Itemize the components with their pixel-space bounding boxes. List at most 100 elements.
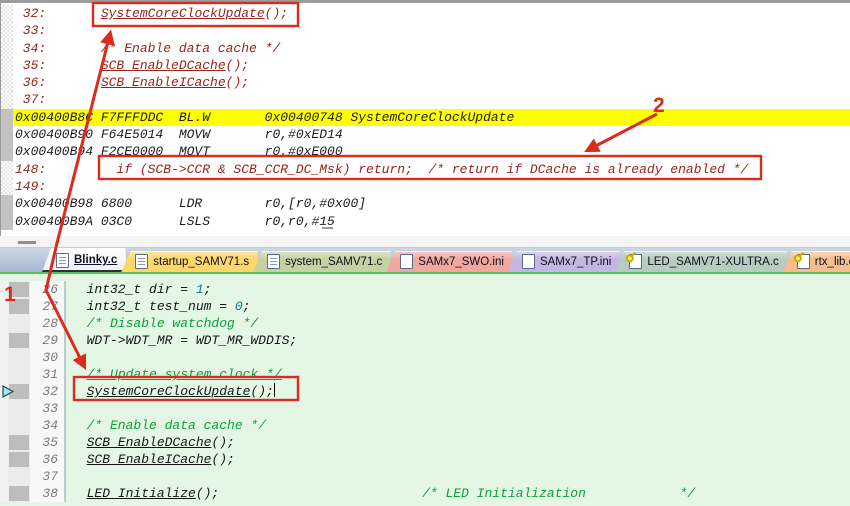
gutter-cell[interactable] [1, 213, 13, 230]
gutter-cell[interactable] [1, 22, 13, 39]
disassembly-line-text[interactable]: 32: SystemCoreClockUpdate(); [13, 5, 850, 22]
tab-startup-samv71-s[interactable]: startup_SAMV71.s [121, 251, 259, 272]
editor-code-text[interactable]: int32_t test_num = 0; [66, 298, 850, 315]
editor-line[interactable]: 34 /* Enable data cache */ [0, 417, 850, 434]
editor-line[interactable]: 37 [0, 468, 850, 485]
editor-gutter[interactable] [8, 332, 30, 349]
disassembly-row[interactable]: 33: [1, 22, 850, 39]
disassembly-line-text[interactable]: 33: [13, 22, 850, 39]
disassembly-line-text[interactable]: 34: /* Enable data cache */ [13, 40, 850, 57]
disassembly-line-text[interactable]: 149: [13, 178, 850, 195]
tab-samx7-tp-ini[interactable]: SAMx7_TP.ini [508, 251, 621, 272]
disassembly-row[interactable]: 0x00400B9A 03C0 LSLS r0,r0,#15 [1, 213, 850, 230]
tab-rtx-lib-c[interactable]: rtx_lib.c [783, 251, 850, 272]
disassembly-row[interactable]: 36: SCB_EnableICache(); [1, 74, 850, 91]
editor-code-text[interactable] [66, 349, 850, 366]
disassembly-row[interactable]: 37: [1, 91, 850, 108]
disassembly-row[interactable]: 148: if (SCB->CCR & SCB_CCR_DC_Msk) retu… [1, 161, 850, 178]
tab-blinky-c[interactable]: Blinky.c [42, 248, 127, 272]
editor-margin[interactable] [0, 400, 8, 417]
editor-code-text[interactable] [66, 468, 850, 485]
gutter-cell[interactable] [1, 74, 13, 91]
editor-margin[interactable] [0, 434, 8, 451]
disassembly-row[interactable]: 0x00400B90 F64E5014 MOVW r0,#0xED14 [1, 126, 850, 143]
disassembly-line-text[interactable]: 0x00400B90 F64E5014 MOVW r0,#0xED14 [13, 126, 850, 143]
gutter-cell[interactable] [1, 178, 13, 195]
editor-code-text[interactable]: WDT->WDT_MR = WDT_MR_WDDIS; [66, 332, 850, 349]
disassembly-line-text[interactable]: 0x00400B8C F7FFFDDC BL.W 0x00400748 Syst… [13, 109, 850, 126]
editor-gutter[interactable] [8, 315, 30, 332]
gutter-cell[interactable] [1, 109, 13, 126]
editor-code-text[interactable]: SCB_EnableDCache(); [66, 434, 850, 451]
editor-margin[interactable] [0, 417, 8, 434]
disassembly-line-text[interactable]: 36: SCB_EnableICache(); [13, 74, 850, 91]
editor-line[interactable]: 26 int32_t dir = 1; [0, 281, 850, 298]
editor-code-text[interactable]: SCB_EnableICache(); [66, 451, 850, 468]
editor-code-text[interactable]: LED_Initialize(); /* LED Initialization … [66, 485, 850, 502]
editor-gutter[interactable] [8, 417, 30, 434]
disassembly-line-text[interactable]: 35: SCB_EnableDCache(); [13, 57, 850, 74]
editor-margin[interactable] [0, 332, 8, 349]
editor-code-text[interactable]: /* Disable watchdog */ [66, 315, 850, 332]
gutter-cell[interactable] [1, 91, 13, 108]
tab-led-samv71-xultra-c[interactable]: LED_SAMV71-XULTRA.c [615, 251, 788, 272]
editor-margin[interactable] [0, 298, 8, 315]
disassembly-row[interactable]: 35: SCB_EnableDCache(); [1, 57, 850, 74]
disassembly-row[interactable]: 32: SystemCoreClockUpdate(); [1, 5, 850, 22]
editor-gutter[interactable] [8, 400, 30, 417]
tab-samx7-swo-ini[interactable]: SAMx7_SWO.ini [386, 251, 514, 272]
disassembly-line-text[interactable]: 148: if (SCB->CCR & SCB_CCR_DC_Msk) retu… [13, 161, 850, 178]
gutter-cell[interactable] [1, 161, 13, 178]
disassembly-row[interactable]: 34: /* Enable data cache */ [1, 40, 850, 57]
editor-gutter[interactable] [8, 451, 30, 468]
editor-margin[interactable] [0, 485, 8, 502]
gutter-cell[interactable] [1, 143, 13, 160]
editor-gutter[interactable] [8, 485, 30, 502]
editor-code-text[interactable]: /* Enable data cache */ [66, 417, 850, 434]
editor-line[interactable]: 32 SystemCoreClockUpdate(); [0, 383, 850, 400]
editor-margin[interactable] [0, 281, 8, 298]
editor-line[interactable]: 31 /* Update system clock */ [0, 366, 850, 383]
editor-gutter[interactable] [8, 468, 30, 485]
disassembly-line-text[interactable]: 0x00400B9A 03C0 LSLS r0,r0,#15 [13, 213, 850, 230]
editor-margin[interactable] [0, 468, 8, 485]
editor-line[interactable]: 33 [0, 400, 850, 417]
editor-code-text[interactable]: int32_t dir = 1; [66, 281, 850, 298]
editor-code-text[interactable]: /* Update system clock */ [66, 366, 850, 383]
editor-line[interactable]: 30 [0, 349, 850, 366]
editor-gutter[interactable] [8, 281, 30, 298]
editor-gutter[interactable] [8, 349, 30, 366]
tab-system-samv71-c[interactable]: system_SAMV71.c [253, 251, 392, 272]
editor-code-text[interactable]: SystemCoreClockUpdate(); [66, 383, 850, 400]
editor-gutter[interactable] [8, 434, 30, 451]
disassembly-line-text[interactable]: 0x00400B98 6800 LDR r0,[r0,#0x00] [13, 195, 850, 212]
editor-line[interactable]: 28 /* Disable watchdog */ [0, 315, 850, 332]
disassembly-row[interactable]: 149: [1, 178, 850, 195]
gutter-cell[interactable] [1, 195, 13, 212]
disassembly-pane[interactable]: 32: SystemCoreClockUpdate(); 33: 34: /* … [0, 0, 850, 236]
gutter-cell[interactable] [1, 57, 13, 74]
source-editor-pane[interactable]: 26 int32_t dir = 1;27 int32_t test_num =… [0, 272, 850, 506]
editor-code-text[interactable] [66, 400, 850, 417]
editor-line[interactable]: 29 WDT->WDT_MR = WDT_MR_WDDIS; [0, 332, 850, 349]
editor-margin[interactable] [0, 349, 8, 366]
editor-gutter[interactable] [8, 298, 30, 315]
editor-margin[interactable] [0, 366, 8, 383]
editor-margin[interactable] [0, 315, 8, 332]
gutter-cell[interactable] [1, 40, 13, 57]
gutter-cell[interactable] [1, 5, 13, 22]
disassembly-line-text[interactable]: 37: [13, 91, 850, 108]
editor-line[interactable]: 38 LED_Initialize(); /* LED Initializati… [0, 485, 850, 502]
editor-margin[interactable] [0, 451, 8, 468]
editor-line[interactable]: 36 SCB_EnableICache(); [0, 451, 850, 468]
gutter-cell[interactable] [1, 126, 13, 143]
hscrollbar-thumb[interactable] [18, 241, 36, 244]
editor-line[interactable]: 27 int32_t test_num = 0; [0, 298, 850, 315]
disassembly-row[interactable]: 0x00400B98 6800 LDR r0,[r0,#0x00] [1, 195, 850, 212]
editor-gutter[interactable] [8, 366, 30, 383]
disassembly-row[interactable]: 0x00400B94 F2CE0000 MOVT r0,#0xE000 [1, 143, 850, 160]
disassembly-row[interactable]: 0x00400B8C F7FFFDDC BL.W 0x00400748 Syst… [1, 109, 850, 126]
editor-line[interactable]: 35 SCB_EnableDCache(); [0, 434, 850, 451]
disassembly-line-text[interactable]: 0x00400B94 F2CE0000 MOVT r0,#0xE000 [13, 143, 850, 160]
disassembly-hscrollbar[interactable] [0, 236, 850, 248]
